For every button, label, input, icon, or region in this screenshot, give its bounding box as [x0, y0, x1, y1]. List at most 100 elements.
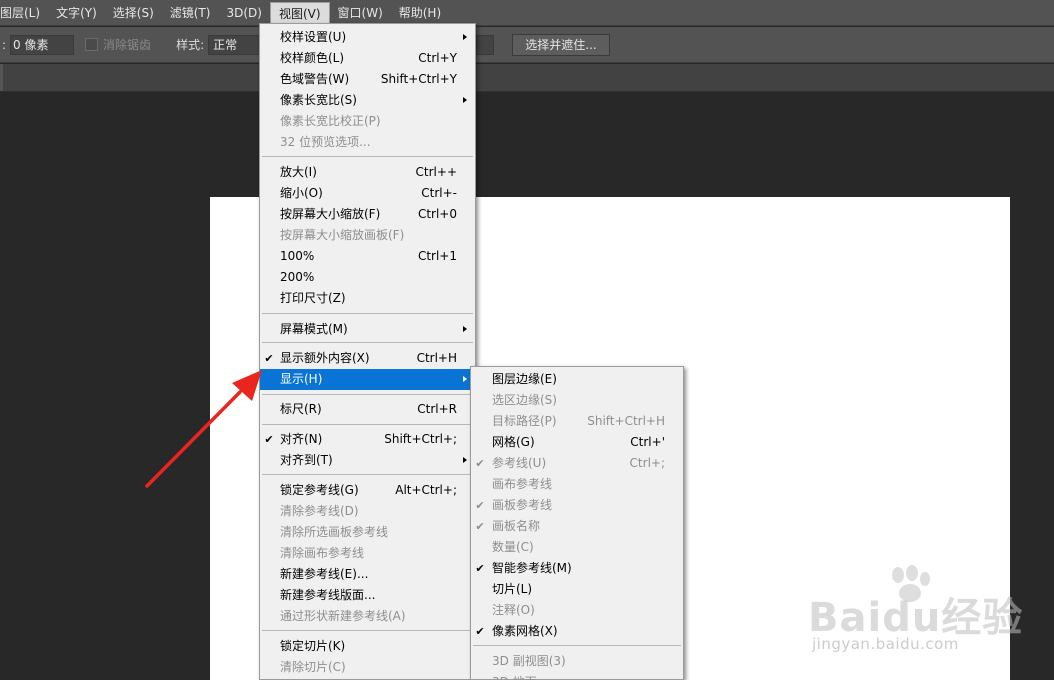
menu-item-label: 像素长宽比校正(P) — [280, 114, 381, 128]
menu-item-5[interactable]: 像素长宽比校正(P) — [260, 111, 475, 132]
height-input[interactable] — [476, 35, 494, 55]
menu-item-12[interactable]: 200% — [260, 267, 475, 288]
menu-item-11[interactable]: 100% Ctrl+1 — [260, 246, 475, 267]
menu-item-label: 注释(O) — [492, 603, 535, 617]
baidu-watermark: Baidu经验 jingyan.baidu.com — [808, 565, 1022, 665]
menu-select[interactable]: 选择(S) — [105, 2, 162, 24]
feather-input[interactable]: 0 像素 — [10, 34, 75, 55]
shortcut-label: Ctrl++ — [415, 165, 457, 179]
menu-item-4[interactable]: 网格(G) Ctrl+' — [471, 432, 683, 453]
menu-layer[interactable]: 图层(L) — [0, 2, 48, 24]
menu-item-1[interactable]: 校样设置(U) — [260, 27, 475, 48]
menu-item-27[interactable]: 锁定切片(K) — [260, 636, 475, 657]
menu-item-11[interactable]: 切片(L) — [471, 579, 683, 600]
menu-item-label: 切片(L) — [492, 582, 533, 596]
menu-item-19[interactable]: 对齐到(T) — [260, 450, 475, 471]
shortcut-label: Ctrl+- — [421, 186, 457, 200]
menu-item-9[interactable]: 按屏幕大小缩放(F) Ctrl+0 — [260, 204, 475, 225]
menu-item-label: 3D 地面 — [492, 672, 537, 680]
menu-item-label: 新建参考线版面... — [280, 588, 376, 602]
checkmark-icon: ✔ — [475, 625, 485, 638]
menu-item-26[interactable]: 通过形状新建参考线(A) — [260, 606, 475, 627]
menu-3d[interactable]: 3D(D) — [218, 2, 269, 24]
menu-view[interactable]: 视图(V) — [269, 1, 330, 24]
shortcut-label: Ctrl+H — [416, 351, 457, 365]
menu-item-label: 色域警告(W) — [280, 72, 350, 86]
chevron-right-icon — [463, 326, 467, 332]
menu-window[interactable]: 窗口(W) — [330, 2, 391, 24]
antialias-checkbox[interactable] — [85, 38, 99, 51]
menu-item-2[interactable]: 校样颜色(L) Ctrl+Y — [260, 48, 475, 69]
menu-item-3[interactable]: 色域警告(W) Shift+Ctrl+Y — [260, 69, 475, 90]
menu-separator — [473, 645, 681, 646]
menu-item-25[interactable]: 新建参考线版面... — [260, 585, 475, 606]
menu-item-label: 像素长宽比(S) — [280, 93, 357, 107]
menu-item-12[interactable]: 注释(O) — [471, 600, 683, 621]
menu-item-15[interactable]: ✔ 显示额外内容(X) Ctrl+H — [260, 348, 475, 369]
menu-item-6[interactable]: 32 位预览选项... — [260, 132, 475, 153]
menu-help[interactable]: 帮助(H) — [391, 2, 449, 24]
menu-item-14[interactable]: 3D 副视图(3) — [471, 651, 683, 672]
shortcut-label: Ctrl+Y — [418, 51, 457, 65]
select-and-mask-button[interactable]: 选择并遮住... — [512, 34, 610, 56]
menu-item-4[interactable]: 像素长宽比(S) — [260, 90, 475, 111]
menu-item-label: 清除所选画板参考线 — [280, 525, 389, 539]
menu-item-13[interactable]: 打印尺寸(Z) — [260, 288, 475, 309]
menu-item-16[interactable]: 显示(H) — [260, 369, 475, 390]
menu-item-17[interactable]: 标尺(R) Ctrl+R — [260, 399, 475, 420]
checkmark-icon: ✔ — [475, 499, 485, 512]
shortcut-label: Ctrl+R — [417, 402, 457, 416]
menu-item-3[interactable]: 目标路径(P) Shift+Ctrl+H — [471, 411, 683, 432]
options-bar: : 0 像素 消除锯齿 样式: 正常 选择并遮住... — [0, 27, 1054, 63]
menu-separator — [262, 474, 473, 475]
shortcut-label: Ctrl+' — [630, 435, 665, 449]
menu-item-18[interactable]: ✔ 对齐(N) Shift+Ctrl+; — [260, 429, 475, 450]
menu-item-9[interactable]: 数量(C) — [471, 537, 683, 558]
menu-item-label: 清除参考线(D) — [280, 504, 359, 518]
menu-item-label: 放大(I) — [280, 165, 317, 179]
menu-separator — [262, 424, 473, 425]
menu-item-8[interactable]: 缩小(O) Ctrl+- — [260, 183, 475, 204]
shortcut-label: Ctrl+; — [629, 456, 665, 470]
checkmark-icon: ✔ — [475, 457, 485, 470]
menu-item-24[interactable]: 新建参考线(E)... — [260, 564, 475, 585]
menu-item-6[interactable]: 画布参考线 — [471, 474, 683, 495]
menu-item-label: 100% — [280, 249, 315, 263]
menu-item-15[interactable]: 3D 地面 — [471, 672, 683, 680]
menu-item-label: 校样颜色(L) — [280, 51, 345, 65]
menu-item-10[interactable]: 按屏幕大小缩放画板(F) — [260, 225, 475, 246]
view-menu: 校样设置(U) 校样颜色(L) Ctrl+Y 色域警告(W) Shift+Ctrl+Y 像… — [259, 23, 476, 680]
menu-item-label: 画布参考线 — [492, 477, 553, 491]
menu-item-label: 对齐(N) — [280, 432, 323, 446]
menu-separator — [262, 156, 473, 157]
menu-item-22[interactable]: 清除所选画板参考线 — [260, 522, 475, 543]
menu-item-20[interactable]: 锁定参考线(G) Alt+Ctrl+; — [260, 480, 475, 501]
document-tab-strip — [0, 64, 1054, 92]
menu-item-label: 选区边缘(S) — [492, 393, 557, 407]
menu-type[interactable]: 文字(Y) — [48, 2, 105, 24]
menu-item-label: 标尺(R) — [280, 402, 322, 416]
menu-item-label: 数量(C) — [492, 540, 534, 554]
shortcut-label: Ctrl+1 — [417, 249, 457, 263]
menu-item-label: 按屏幕大小缩放画板(F) — [280, 228, 405, 242]
menu-item-7[interactable]: 放大(I) Ctrl++ — [260, 162, 475, 183]
menu-item-label: 3D 副视图(3) — [492, 654, 566, 668]
menu-filter[interactable]: 滤镜(T) — [162, 2, 219, 24]
menu-item-14[interactable]: 屏幕模式(M) — [260, 319, 475, 340]
menu-item-label: 像素网格(X) — [492, 624, 558, 638]
checkmark-icon: ✔ — [475, 520, 485, 533]
menu-item-13[interactable]: ✔ 像素网格(X) — [471, 621, 683, 642]
menu-item-7[interactable]: ✔ 画板参考线 — [471, 495, 683, 516]
menu-item-2[interactable]: 选区边缘(S) — [471, 390, 683, 411]
menu-item-21[interactable]: 清除参考线(D) — [260, 501, 475, 522]
menu-item-10[interactable]: ✔ 智能参考线(M) — [471, 558, 683, 579]
menu-item-1[interactable]: 图层边缘(E) — [471, 369, 683, 390]
menu-item-5[interactable]: ✔ 参考线(U) Ctrl+; — [471, 453, 683, 474]
checkmark-icon: ✔ — [264, 433, 274, 446]
menu-item-28[interactable]: 清除切片(C) — [260, 657, 475, 678]
shortcut-label: Shift+Ctrl+Y — [380, 72, 457, 86]
menu-item-8[interactable]: ✔ 画板名称 — [471, 516, 683, 537]
shortcut-label: Ctrl+0 — [417, 207, 457, 221]
menu-item-label: 画板名称 — [492, 519, 541, 533]
menu-item-23[interactable]: 清除画布参考线 — [260, 543, 475, 564]
